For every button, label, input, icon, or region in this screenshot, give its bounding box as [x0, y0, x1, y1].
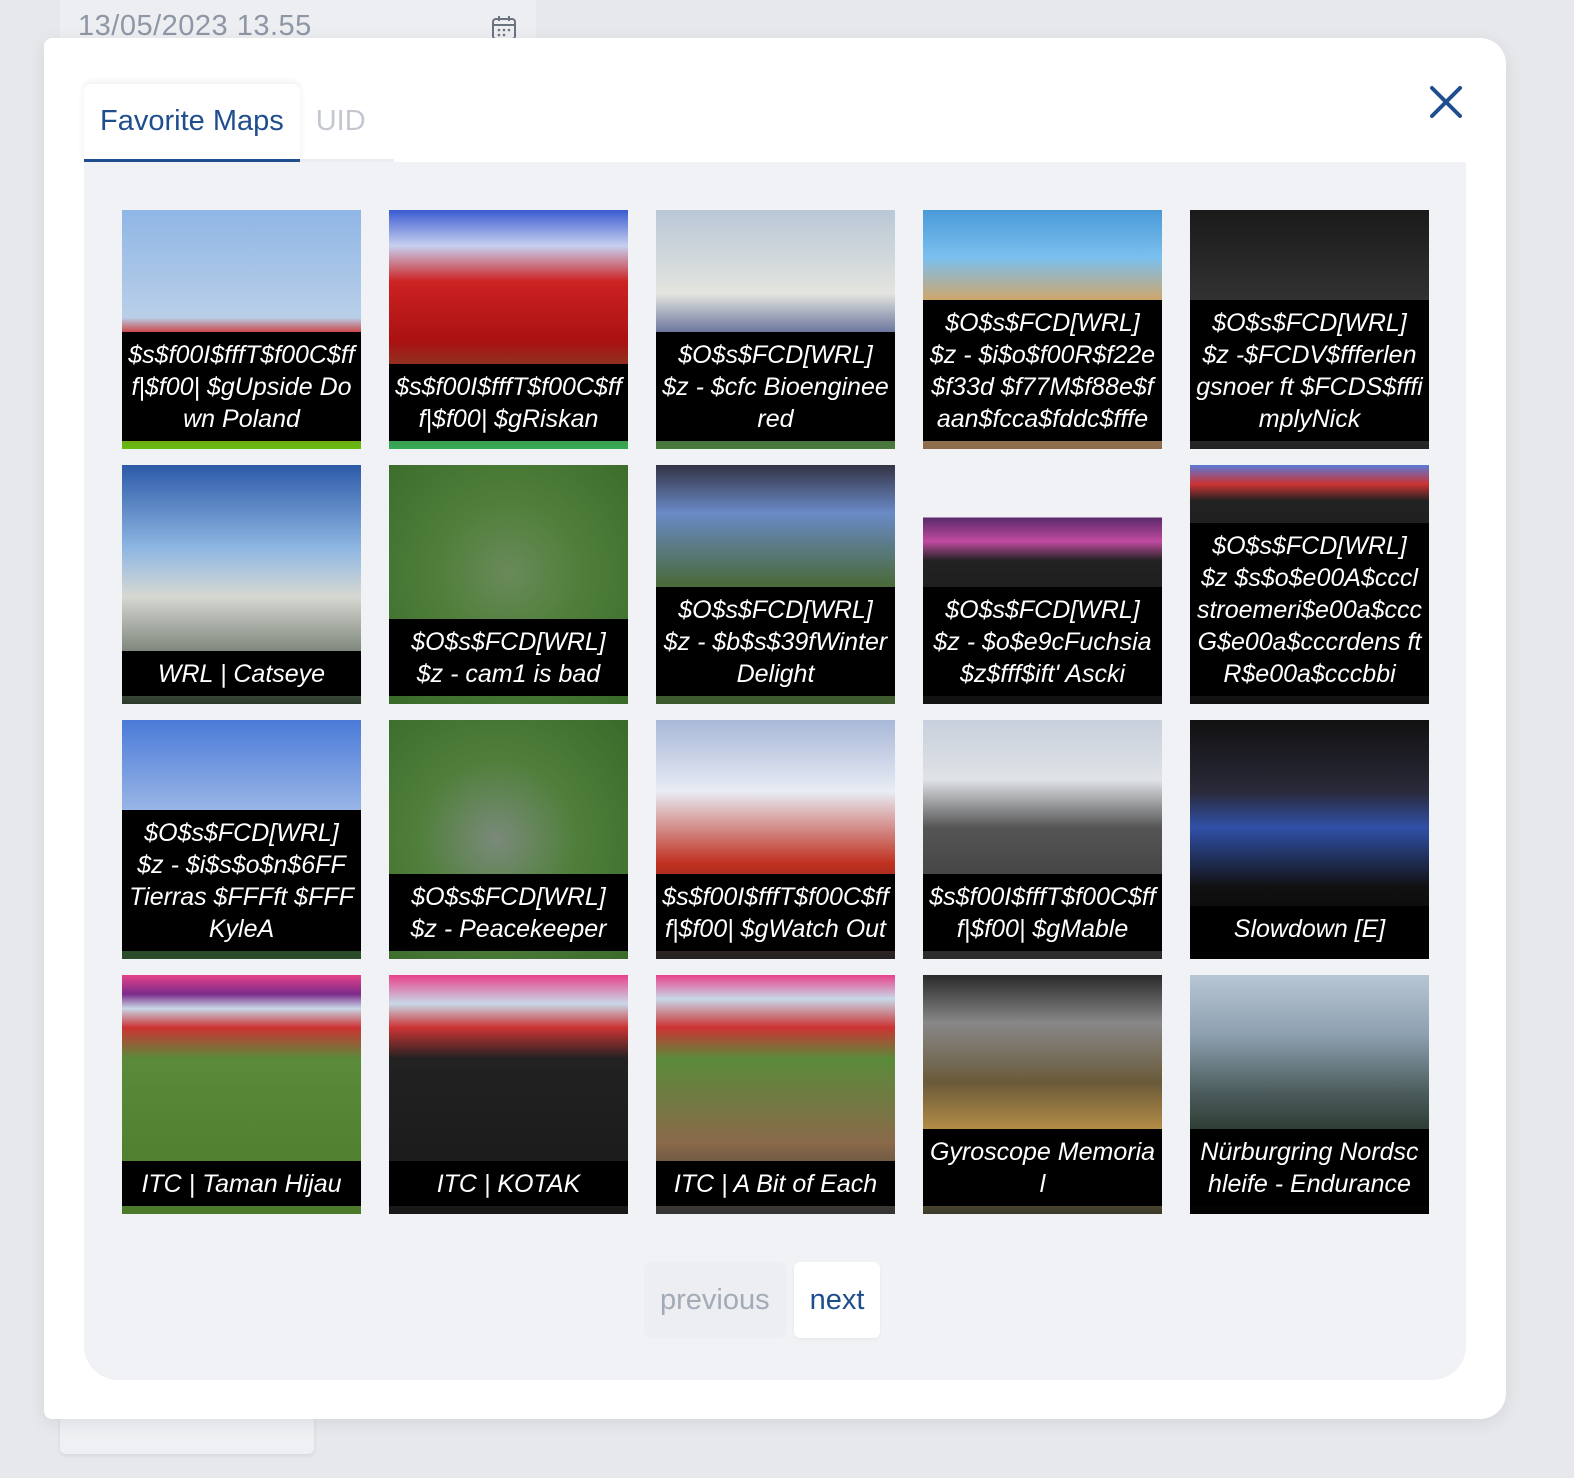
- map-card[interactable]: $O$s$FCD[WRL] $z $s$o$e00A$ccclstroemeri…: [1190, 465, 1429, 704]
- map-card[interactable]: $s$f00I$fffT$f00C$fff|$f00| $gRiskan: [389, 210, 628, 449]
- map-card[interactable]: ITC | A Bit of Each: [656, 975, 895, 1214]
- map-card[interactable]: Slowdown [E]: [1190, 720, 1429, 959]
- modal-tabs: Favorite Maps UID: [84, 84, 394, 163]
- map-name: ITC | KOTAK: [389, 1161, 628, 1206]
- map-grid: $s$f00I$fffT$f00C$fff|$f00| $gUpside Dow…: [122, 210, 1429, 1214]
- map-card[interactable]: $s$f00I$fffT$f00C$fff|$f00| $gWatch Out: [656, 720, 895, 959]
- map-name: Nürburgring Nordschleife - Endurance: [1190, 1129, 1429, 1206]
- maps-panel: $s$f00I$fffT$f00C$fff|$f00| $gUpside Dow…: [84, 162, 1466, 1380]
- map-name: $O$s$FCD[WRL] $z -$FCDV$ffferlengsnoer f…: [1190, 300, 1429, 441]
- map-card[interactable]: $O$s$FCD[WRL] $z -$FCDV$ffferlengsnoer f…: [1190, 210, 1429, 449]
- map-card[interactable]: $O$s$FCD[WRL] $z - Peacekeeper: [389, 720, 628, 959]
- map-name: $s$f00I$fffT$f00C$fff|$f00| $gWatch Out: [656, 874, 895, 951]
- map-name: $s$f00I$fffT$f00C$fff|$f00| $gRiskan: [389, 364, 628, 441]
- favorite-maps-modal: Favorite Maps UID $s$f00I$fffT$f00C$fff|…: [44, 38, 1506, 1419]
- map-name: Gyroscope Memorial: [923, 1129, 1162, 1206]
- map-name: $s$f00I$fffT$f00C$fff|$f00| $gMable: [923, 874, 1162, 951]
- map-name: $O$s$FCD[WRL] $z - Peacekeeper: [389, 874, 628, 951]
- map-name: $O$s$FCD[WRL] $z $s$o$e00A$ccclstroemeri…: [1190, 523, 1429, 696]
- map-card[interactable]: Nürburgring Nordschleife - Endurance: [1190, 975, 1429, 1214]
- map-card[interactable]: $O$s$FCD[WRL] $z - $b$s$39fWinter Deligh…: [656, 465, 895, 704]
- map-card[interactable]: WRL | Catseye: [122, 465, 361, 704]
- map-name: $O$s$FCD[WRL] $z - $o$e9cFuchsia $z$fff$…: [923, 587, 1162, 696]
- close-icon[interactable]: [1426, 82, 1466, 122]
- pagination: previous next: [644, 1262, 881, 1338]
- next-button[interactable]: next: [793, 1262, 881, 1338]
- tab-uid[interactable]: UID: [299, 84, 394, 163]
- map-card[interactable]: $s$f00I$fffT$f00C$fff|$f00| $gMable: [923, 720, 1162, 959]
- map-name: $O$s$FCD[WRL] $z - $cfc Bioengineered: [656, 332, 895, 441]
- map-name: ITC | Taman Hijau: [122, 1161, 361, 1206]
- map-name: $s$f00I$fffT$f00C$fff|$f00| $gUpside Dow…: [122, 332, 361, 441]
- map-card[interactable]: $O$s$FCD[WRL] $z - $i$s$o$n$6FF Tierras …: [122, 720, 361, 959]
- map-name: $O$s$FCD[WRL] $z - $i$s$o$n$6FF Tierras …: [122, 810, 361, 951]
- map-name: $O$s$FCD[WRL] $z - $i$o$f00R$f22e$f33d $…: [923, 300, 1162, 441]
- map-name: WRL | Catseye: [122, 651, 361, 696]
- map-name: $O$s$FCD[WRL] $z - $b$s$39fWinter Deligh…: [656, 587, 895, 696]
- map-card[interactable]: ITC | KOTAK: [389, 975, 628, 1214]
- map-card[interactable]: ITC | Taman Hijau: [122, 975, 361, 1214]
- map-name: ITC | A Bit of Each: [656, 1161, 895, 1206]
- map-card[interactable]: $O$s$FCD[WRL] $z - $cfc Bioengineered: [656, 210, 895, 449]
- map-name: Slowdown [E]: [1190, 906, 1429, 951]
- previous-button[interactable]: previous: [644, 1262, 786, 1338]
- map-card[interactable]: $O$s$FCD[WRL] $z - cam1 is bad: [389, 465, 628, 704]
- map-card[interactable]: $O$s$FCD[WRL] $z - $i$o$f00R$f22e$f33d $…: [923, 210, 1162, 449]
- map-card[interactable]: $O$s$FCD[WRL] $z - $o$e9cFuchsia $z$fff$…: [923, 465, 1162, 704]
- tab-favorite-maps[interactable]: Favorite Maps: [84, 84, 300, 163]
- map-card[interactable]: Gyroscope Memorial: [923, 975, 1162, 1214]
- map-name: $O$s$FCD[WRL] $z - cam1 is bad: [389, 619, 628, 696]
- map-card[interactable]: $s$f00I$fffT$f00C$fff|$f00| $gUpside Dow…: [122, 210, 361, 449]
